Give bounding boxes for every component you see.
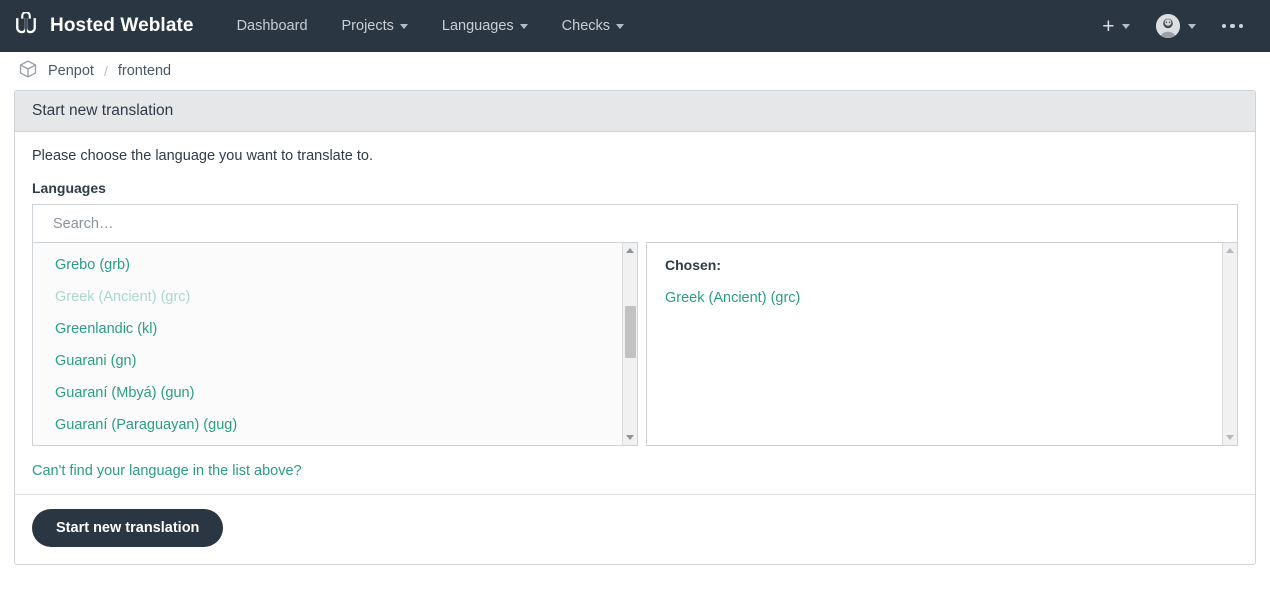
list-item[interactable]: Greenlandic (kl) bbox=[33, 313, 637, 345]
user-menu-button[interactable] bbox=[1143, 0, 1209, 52]
dual-list-selector: Grebo (grb) Greek (Ancient) (grc) Greenl… bbox=[32, 242, 1238, 446]
chevron-down-icon bbox=[1122, 24, 1130, 29]
cube-icon bbox=[18, 59, 48, 84]
plus-icon: + bbox=[1102, 16, 1114, 37]
chevron-down-icon bbox=[400, 24, 408, 29]
available-languages-list[interactable]: Grebo (grb) Greek (Ancient) (grc) Greenl… bbox=[33, 243, 637, 445]
chosen-languages-list: Chosen: Greek (Ancient) (grc) bbox=[647, 243, 1237, 321]
chevron-down-icon bbox=[616, 24, 624, 29]
nav-item-dashboard[interactable]: Dashboard bbox=[220, 0, 325, 52]
brand-link[interactable]: Hosted Weblate bbox=[12, 12, 194, 40]
list-item[interactable]: Greek (Ancient) (grc) bbox=[33, 281, 637, 313]
list-item[interactable]: Guaraní (Mbyá) (gun) bbox=[33, 377, 637, 409]
breadcrumb: Penpot / frontend bbox=[0, 52, 1270, 90]
start-translation-card: Start new translation Please choose the … bbox=[14, 90, 1256, 565]
list-item[interactable]: Grebo (grb) bbox=[33, 249, 637, 281]
helper-link-wrap: Can't find your language in the list abo… bbox=[32, 446, 1238, 494]
intro-text: Please choose the language you want to t… bbox=[32, 148, 1238, 164]
chosen-languages-pane: Chosen: Greek (Ancient) (grc) bbox=[646, 242, 1238, 446]
chevron-down-icon bbox=[520, 24, 528, 29]
scroll-up-arrow-icon[interactable] bbox=[623, 243, 637, 258]
chosen-list-scrollbar[interactable] bbox=[1222, 243, 1237, 445]
nav-item-languages[interactable]: Languages bbox=[425, 0, 545, 52]
card-body: Please choose the language you want to t… bbox=[15, 132, 1255, 494]
scroll-down-arrow-icon[interactable] bbox=[623, 430, 637, 445]
nav-item-label: Dashboard bbox=[237, 18, 308, 34]
nav-item-checks[interactable]: Checks bbox=[545, 0, 641, 52]
scroll-down-arrow-icon[interactable] bbox=[1223, 430, 1237, 445]
list-item[interactable]: Gujarati (gu) bbox=[33, 441, 637, 446]
top-navbar: Hosted Weblate Dashboard Projects Langua… bbox=[0, 0, 1270, 52]
cant-find-language-link[interactable]: Can't find your language in the list abo… bbox=[32, 463, 302, 479]
breadcrumb-item-project[interactable]: Penpot bbox=[48, 63, 94, 79]
breadcrumb-separator: / bbox=[104, 63, 108, 79]
scrollbar-thumb[interactable] bbox=[625, 306, 636, 358]
nav-item-label: Projects bbox=[342, 18, 394, 34]
languages-field-label: Languages bbox=[32, 180, 1238, 196]
available-list-scrollbar[interactable] bbox=[622, 243, 637, 445]
search-input[interactable] bbox=[32, 204, 1238, 242]
add-menu-button[interactable]: + bbox=[1089, 0, 1142, 52]
chosen-list-item[interactable]: Greek (Ancient) (grc) bbox=[665, 290, 800, 306]
list-item[interactable]: Guaraní (Paraguayan) (gug) bbox=[33, 409, 637, 441]
scroll-up-arrow-icon[interactable] bbox=[1223, 243, 1237, 258]
chevron-down-icon bbox=[1188, 24, 1196, 29]
nav-items: Dashboard Projects Languages Checks bbox=[220, 0, 641, 52]
card-footer: Start new translation bbox=[15, 494, 1255, 564]
navbar-right-group: + bbox=[1089, 0, 1256, 52]
start-new-translation-button[interactable]: Start new translation bbox=[32, 509, 223, 547]
available-languages-pane: Grebo (grb) Greek (Ancient) (grc) Greenl… bbox=[32, 242, 638, 446]
nav-item-label: Checks bbox=[562, 18, 610, 34]
ellipsis-icon bbox=[1222, 24, 1244, 29]
list-item[interactable]: Guarani (gn) bbox=[33, 345, 637, 377]
nav-item-projects[interactable]: Projects bbox=[325, 0, 425, 52]
chosen-title: Chosen: bbox=[665, 257, 1219, 273]
user-avatar-icon bbox=[1156, 14, 1180, 38]
weblate-logo-icon bbox=[12, 12, 40, 40]
more-menu-button[interactable] bbox=[1209, 0, 1257, 52]
nav-item-label: Languages bbox=[442, 18, 514, 34]
breadcrumb-item-component[interactable]: frontend bbox=[118, 63, 171, 79]
card-header: Start new translation bbox=[15, 91, 1255, 132]
brand-name: Hosted Weblate bbox=[50, 15, 194, 37]
